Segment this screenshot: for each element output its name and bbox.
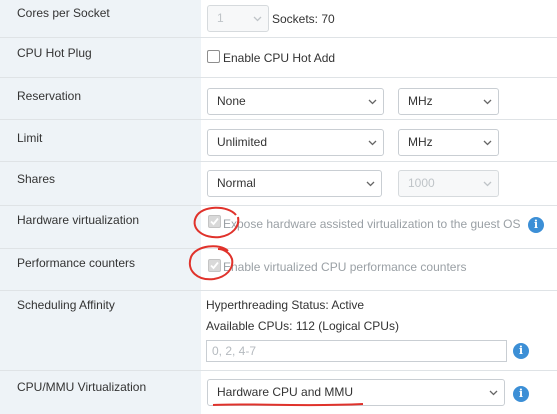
row-performance-counters: Performance counters Enable virtualized … — [0, 249, 557, 291]
label-cell: CPU/MMU Virtualization — [0, 371, 201, 414]
chevron-down-icon — [368, 138, 377, 147]
reservation-value: None — [217, 94, 246, 108]
shares-value: Normal — [217, 176, 256, 190]
limit-select[interactable]: Unlimited — [207, 129, 384, 156]
available-cpus: Available CPUs: 112 (Logical CPUs) — [206, 319, 399, 333]
info-icon[interactable]: i — [528, 217, 544, 233]
row-cores-per-socket: Cores per Socket 1 Sockets: 70 — [0, 0, 557, 38]
value-cell: Hyperthreading Status: Active Available … — [201, 291, 557, 370]
label-cell: Performance counters — [0, 249, 201, 290]
limit-unit-value: MHz — [408, 135, 433, 149]
value-cell: Unlimited MHz — [201, 120, 557, 161]
limit-label: Limit — [17, 131, 43, 145]
label-cell: Scheduling Affinity — [0, 291, 201, 370]
cpu-mmu-virtualization-label: CPU/MMU Virtualization — [17, 380, 147, 394]
chevron-down-icon — [366, 179, 375, 188]
enable-perf-counters-checkbox[interactable] — [208, 259, 221, 272]
reservation-label: Reservation — [17, 89, 82, 103]
value-cell: Hardware CPU and MMU i — [201, 371, 557, 414]
cpu-mmu-virtualization-value: Hardware CPU and MMU — [217, 385, 354, 399]
limit-value: Unlimited — [217, 135, 268, 149]
reservation-unit-select[interactable]: MHz — [398, 88, 499, 115]
chevron-down-icon — [368, 97, 377, 106]
chevron-down-icon — [483, 97, 492, 106]
value-cell: Normal 1000 — [201, 162, 557, 205]
label-cell: Hardware virtualization — [0, 206, 201, 248]
info-icon[interactable]: i — [513, 343, 529, 359]
value-cell: Enable CPU Hot Add — [201, 38, 557, 77]
reservation-unit-value: MHz — [408, 94, 433, 108]
row-limit: Limit Unlimited MHz — [0, 120, 557, 162]
value-cell: 1 Sockets: 70 — [201, 0, 557, 37]
label-cell: Shares — [0, 162, 201, 205]
hardware-virtualization-label: Hardware virtualization — [17, 213, 140, 227]
expose-hw-virtualization-label: Expose hardware assisted virtualization … — [223, 217, 521, 231]
limit-unit-select[interactable]: MHz — [398, 129, 499, 156]
row-hardware-virtualization: Hardware virtualization Expose hardware … — [0, 206, 557, 249]
label-cell: Limit — [0, 120, 201, 161]
value-cell: Enable virtualized CPU performance count… — [201, 249, 557, 290]
chevron-down-icon — [253, 14, 262, 23]
chevron-down-icon — [483, 138, 492, 147]
info-icon[interactable]: i — [513, 386, 529, 402]
cpu-mmu-virtualization-select[interactable]: Hardware CPU and MMU — [207, 379, 505, 406]
label-cell: Cores per Socket — [0, 0, 201, 37]
scheduling-affinity-input[interactable] — [206, 340, 507, 362]
label-cell: Reservation — [0, 78, 201, 119]
reservation-select[interactable]: None — [207, 88, 384, 115]
enable-perf-counters-label: Enable virtualized CPU performance count… — [223, 260, 467, 274]
expose-hw-virtualization-checkbox[interactable] — [208, 215, 221, 228]
enable-cpu-hot-add-label: Enable CPU Hot Add — [223, 51, 336, 65]
cores-per-socket-select[interactable]: 1 — [207, 5, 269, 32]
cores-per-socket-label: Cores per Socket — [17, 6, 110, 20]
enable-cpu-hot-add-checkbox[interactable] — [207, 50, 220, 63]
row-cpu-hot-plug: CPU Hot Plug Enable CPU Hot Add — [0, 38, 557, 78]
label-cell: CPU Hot Plug — [0, 38, 201, 77]
scheduling-affinity-label: Scheduling Affinity — [17, 298, 115, 312]
row-reservation: Reservation None MHz — [0, 78, 557, 120]
row-cpu-mmu-virtualization: CPU/MMU Virtualization Hardware CPU and … — [0, 371, 557, 414]
value-cell: Expose hardware assisted virtualization … — [201, 206, 557, 248]
cpu-hot-plug-label: CPU Hot Plug — [17, 46, 92, 60]
row-shares: Shares Normal 1000 — [0, 162, 557, 206]
shares-amount-value: 1000 — [408, 176, 435, 190]
shares-label: Shares — [17, 172, 56, 186]
shares-select[interactable]: Normal — [207, 170, 382, 197]
row-scheduling-affinity: Scheduling Affinity Hyperthreading Statu… — [0, 291, 557, 371]
hyperthreading-status: Hyperthreading Status: Active — [206, 298, 365, 312]
performance-counters-label: Performance counters — [17, 256, 136, 270]
chevron-down-icon — [483, 179, 492, 188]
sockets-count: Sockets: 70 — [272, 12, 335, 26]
value-cell: None MHz — [201, 78, 557, 119]
chevron-down-icon — [489, 388, 498, 397]
cores-per-socket-value: 1 — [217, 11, 224, 25]
shares-amount-select[interactable]: 1000 — [398, 170, 499, 197]
